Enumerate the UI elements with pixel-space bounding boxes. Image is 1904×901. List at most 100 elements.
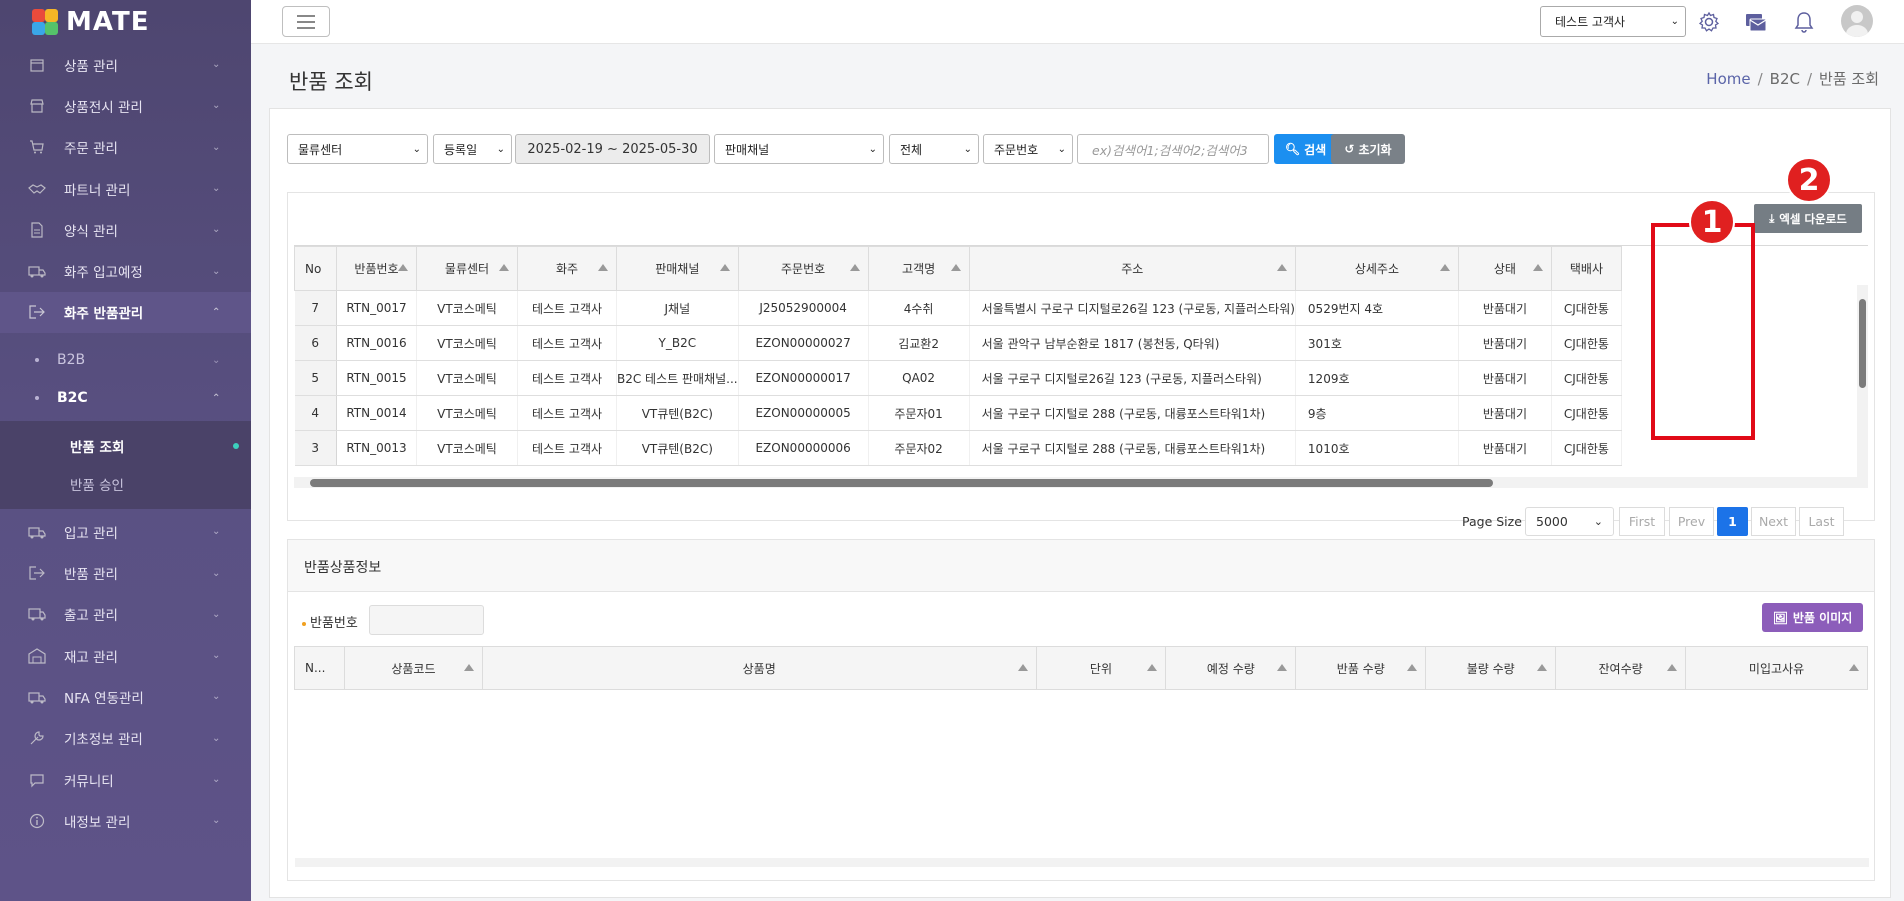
sidebar-item-order[interactable]: 주문 관리 ⌄ [0,127,251,168]
horizontal-scrollbar[interactable] [294,477,1868,488]
page-next-button[interactable]: Next [1751,507,1796,536]
sidebar-item-inbound-plan[interactable]: 화주 입고예정 ⌄ [0,250,251,291]
sidebar-item-nfa[interactable]: NFA 연동관리 ⌄ [0,676,251,717]
col-header[interactable]: N... [294,646,345,690]
sort-icon[interactable] [598,264,608,271]
return-icon [28,565,46,581]
scrollbar-thumb[interactable] [310,479,1493,487]
table-row[interactable]: 6 RTN_0016 VT코스메틱 테스트 고객사 Y_B2C EZON00000027 김… [294,325,1622,361]
logo[interactable]: MATE [0,0,251,44]
page-last-button[interactable]: Last [1799,507,1844,536]
search-icon: 🔍︎ [1284,142,1301,156]
table-row[interactable]: 3 RTN_0013 VT코스메틱 테스트 고객사 VT큐텐(B2C) EZON00000… [294,430,1622,466]
sort-icon[interactable] [1276,264,1287,271]
col-header[interactable]: 미입고사유 [1685,646,1868,690]
col-header[interactable]: 예정 수량 [1165,646,1297,690]
hamburger-menu-icon[interactable] [282,6,330,37]
sort-icon[interactable] [499,264,509,271]
col-header[interactable]: 상태 [1457,246,1552,291]
avatar[interactable] [1841,5,1873,37]
col-header[interactable]: 택배사 [1550,246,1622,291]
date-type-select[interactable]: 등록일 ⌄ [433,134,512,164]
horizontal-scrollbar[interactable] [295,858,1869,867]
table-row[interactable]: 4 RTN_0014 VT코스메틱 테스트 고객사 VT큐텐(B2C) EZON00000… [294,395,1622,431]
message-icon[interactable] [1743,9,1769,35]
sidebar-item-display[interactable]: 상품전시 관리 ⌄ [0,85,251,126]
sidebar-item-return-inquiry[interactable]: 반품 조회 [0,427,251,465]
sort-icon[interactable] [950,264,961,271]
center-select[interactable]: 물류센터 ⌄ [287,134,428,164]
gear-icon[interactable] [1696,9,1722,35]
sidebar-item-label: 상품 관리 [64,58,118,75]
page-size-select[interactable]: 5000 ⌄ [1525,507,1614,536]
search-button[interactable]: 🔍︎ 검색 [1274,134,1337,164]
return-no-input[interactable] [369,605,484,635]
truck-icon [28,263,46,279]
sort-icon[interactable] [1667,664,1678,671]
sort-icon[interactable] [1439,264,1450,271]
sidebar-item-inventory[interactable]: 재고 관리 ⌄ [0,635,251,676]
col-header[interactable]: 주소 [968,246,1296,291]
table-row[interactable]: 7 RTN_0017 VT코스메틱 테스트 고객사 J채널 J25052900004 4수취… [294,290,1622,326]
col-header[interactable]: 불량 수량 [1425,646,1557,690]
sidebar-subsubmenu: 반품 조회 반품 승인 [0,421,251,510]
sidebar-item-community[interactable]: 커뮤니티 ⌄ [0,759,251,800]
sort-icon[interactable] [463,664,474,671]
vertical-scrollbar[interactable] [1857,285,1868,477]
sort-icon[interactable] [1849,664,1859,671]
sidebar-item-b2b[interactable]: B2B ⌄ [0,341,251,379]
col-header[interactable]: No [294,246,337,291]
sidebar-item-b2c[interactable]: B2C ⌃ [0,379,251,417]
sidebar-item-form[interactable]: 양식 관리 ⌄ [0,209,251,250]
sidebar-item-return[interactable]: 반품 관리 ⌄ [0,552,251,593]
page-first-button[interactable]: First [1619,507,1665,536]
excel-download-button[interactable]: ⤓ 엑셀 다운로드 [1754,204,1862,233]
col-header[interactable]: 상품코드 [343,646,483,690]
col-header[interactable]: 잔여수량 [1555,646,1687,690]
sidebar-item-inbound[interactable]: 입고 관리 ⌄ [0,511,251,552]
sort-icon[interactable] [1017,664,1028,671]
sidebar-item-basic-info[interactable]: 기초정보 관리 ⌄ [0,718,251,759]
col-header[interactable]: 단위 [1035,646,1167,690]
col-header[interactable]: 상품명 [481,646,1037,690]
breadcrumb-b2c[interactable]: B2C [1770,70,1800,88]
col-header[interactable]: 판매채널 [616,246,739,291]
sort-icon[interactable] [1407,664,1418,671]
scrollbar-thumb[interactable] [1859,299,1866,388]
page-number-button[interactable]: 1 [1717,507,1748,536]
status-select[interactable]: 전체 ⌄ [889,134,979,164]
sidebar-item-product[interactable]: 상품 관리 ⌄ [0,44,251,85]
breadcrumb-home[interactable]: Home [1706,70,1750,88]
col-header[interactable]: 반품 수량 [1295,646,1427,690]
customer-select[interactable]: 테스트 고객사 ⌄ [1540,6,1686,37]
sort-icon[interactable] [398,264,408,271]
col-header[interactable]: 반품번호 [336,246,417,291]
sort-icon[interactable] [719,264,730,271]
sort-icon[interactable] [849,264,860,271]
sidebar-menu-2: 입고 관리 ⌄ 반품 관리 ⌄ 출고 관리 ⌄ 재고 관리 ⌄ NFA 연동관리 ⌄ 기초… [0,509,251,841]
key-type-select[interactable]: 주문번호 ⌄ [983,134,1073,164]
col-header[interactable]: 화주 [517,246,617,291]
col-header[interactable]: 상세주소 [1294,246,1459,291]
bell-icon[interactable] [1791,9,1817,35]
sort-icon[interactable] [1532,264,1543,271]
channel-select[interactable]: 판매채널 ⌄ [714,134,884,164]
table-row[interactable]: 5 RTN_0015 VT코스메틱 테스트 고객사 B2C 테스트 판매채널... EZO… [294,360,1622,396]
sort-icon[interactable] [1147,664,1158,671]
reset-button[interactable]: ↺ 초기화 [1331,134,1405,164]
search-input[interactable]: ex)검색어1;검색어2;검색어3 [1077,134,1269,164]
sidebar-item-myinfo[interactable]: 내정보 관리 ⌄ [0,800,251,841]
sort-icon[interactable] [1277,664,1288,671]
sidebar-item-outbound[interactable]: 출고 관리 ⌄ [0,594,251,635]
date-range-input[interactable]: 2025-02-19 ~ 2025-05-30 [515,134,710,164]
col-header[interactable]: 물류센터 [416,246,518,291]
col-header[interactable]: 주문번호 [737,246,869,291]
sidebar-item-partner[interactable]: 파트너 관리 ⌄ [0,168,251,209]
chevron-down-icon: ⌄ [212,224,221,236]
sidebar-item-shipper-return[interactable]: 화주 반품관리 ⌃ [0,291,251,334]
sort-icon[interactable] [1537,664,1548,671]
return-image-button[interactable]: 🖼︎ 반품 이미지 [1762,603,1863,632]
col-header[interactable]: 고객명 [867,246,970,291]
sidebar-item-return-approval[interactable]: 반품 승인 [0,465,251,503]
page-prev-button[interactable]: Prev [1669,507,1714,536]
